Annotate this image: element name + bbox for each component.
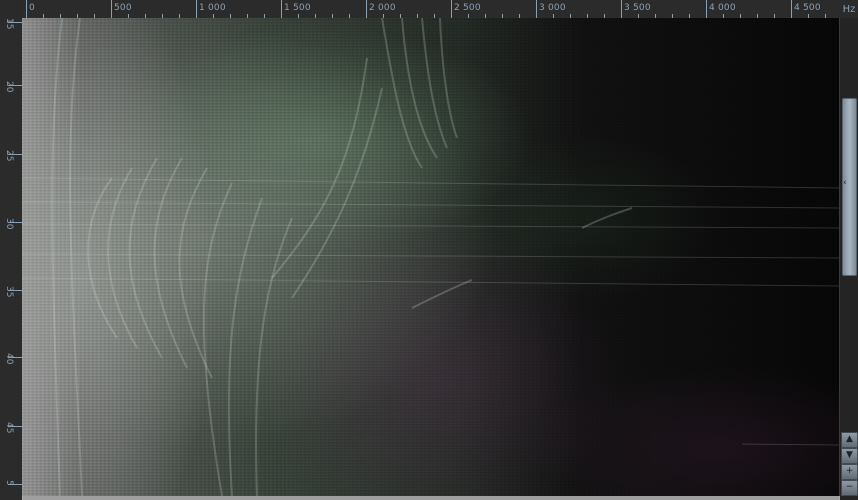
frequency-major-tick: [196, 0, 197, 18]
zoom-in-button[interactable]: +: [841, 464, 858, 480]
frequency-ruler[interactable]: 0 500 1 000 1 500 2 000 2 500 3 000 3 500 4 000 4…: [22, 0, 840, 19]
time-major-tick: [8, 290, 22, 291]
frequency-unit-label: Hz: [840, 0, 858, 19]
frequency-major-tick: [451, 0, 452, 18]
playback-cursor-line: [22, 496, 840, 500]
scroll-grip-icon: ‹: [843, 178, 847, 188]
time-tick-label: 45: [4, 422, 14, 434]
frequency-major-tick: [706, 0, 707, 18]
frequency-tick-label: 3 000: [539, 3, 566, 13]
frequency-major-tick: [621, 0, 622, 18]
time-tick-label: 15: [4, 18, 14, 30]
spectrogram-window: 0 500 1 000 1 500 2 000 2 500 3 000 3 500 4 000 4…: [0, 0, 858, 500]
frequency-tick-label: 2 500: [454, 3, 481, 13]
time-major-tick: [8, 22, 22, 23]
time-tick-label: 25: [4, 150, 14, 162]
frequency-major-tick: [536, 0, 537, 18]
time-major-tick: [8, 222, 22, 223]
frequency-major-tick: [26, 0, 27, 18]
scroll-down-button[interactable]: ▼: [841, 448, 858, 464]
frequency-tick-label: 0: [29, 3, 35, 13]
time-tick-label: 30: [4, 218, 14, 230]
time-tick-label: 35: [4, 286, 14, 298]
frequency-major-tick: [281, 0, 282, 18]
frequency-tick-label: 4 000: [709, 3, 736, 13]
time-tick-label: 40: [4, 353, 14, 365]
time-major-tick: [8, 357, 22, 358]
time-major-tick: [8, 484, 22, 485]
time-tick-label: 20: [4, 81, 14, 93]
frequency-tick-label: 500: [114, 3, 132, 13]
frequency-major-tick: [366, 0, 367, 18]
time-major-tick: [8, 85, 22, 86]
time-major-tick: [8, 154, 22, 155]
frequency-major-tick: [111, 0, 112, 18]
frequency-tick-label: 4 500: [794, 3, 821, 13]
frequency-tick-label: 2 000: [369, 3, 396, 13]
time-ruler[interactable]: 15 20 25 30 35 40 45 5: [0, 18, 23, 500]
vertical-scrollbar[interactable]: ‹ ▲ ▼ + −: [839, 18, 858, 500]
frequency-tick-label: 3 500: [624, 3, 651, 13]
scroll-up-button[interactable]: ▲: [841, 432, 858, 448]
ruler-corner: [0, 0, 23, 19]
time-major-tick: [8, 426, 22, 427]
frequency-tick-label: 1 500: [284, 3, 311, 13]
harmonic-traces: [22, 18, 840, 496]
zoom-out-button[interactable]: −: [841, 480, 858, 496]
frequency-major-tick: [791, 0, 792, 18]
frequency-tick-label: 1 000: [199, 3, 226, 13]
spectrogram-view[interactable]: [22, 18, 840, 496]
